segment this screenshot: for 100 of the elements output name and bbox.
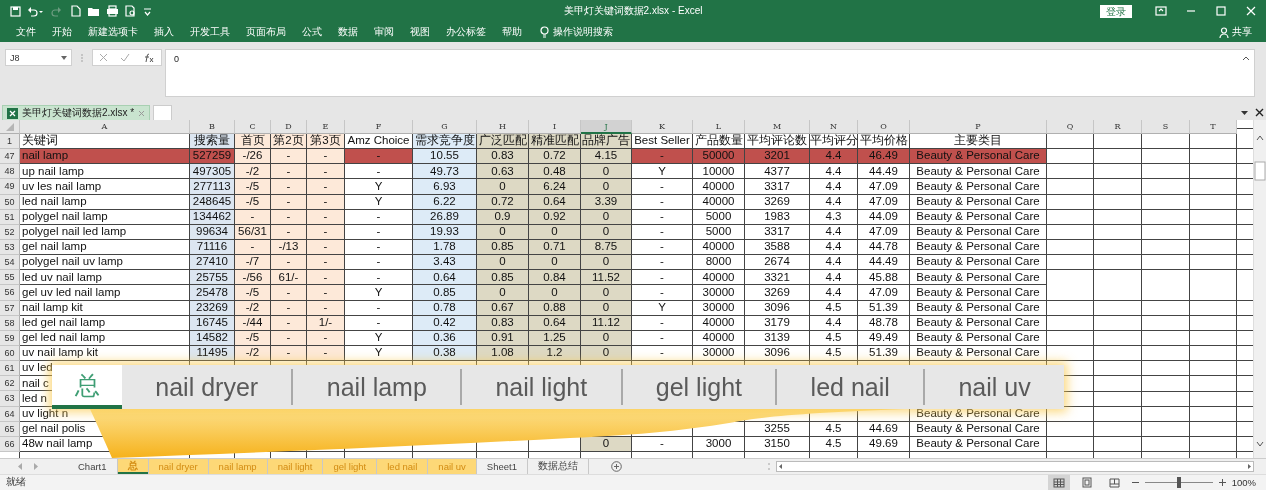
table-cell: 45.88 [858, 270, 910, 286]
save-icon[interactable] [10, 5, 21, 17]
table-cell: 527259 [190, 149, 235, 165]
maximize-icon[interactable] [1216, 6, 1226, 16]
table-cell: 25755 [190, 270, 235, 286]
column-letter[interactable]: T [1190, 120, 1237, 134]
ribbon-tab[interactable]: 帮助 [494, 25, 530, 39]
sheet-tab[interactable]: nail uv [925, 371, 1065, 403]
table-cell: -/56 [235, 270, 271, 286]
ribbon-tab[interactable]: 数据 [330, 25, 366, 39]
row-number[interactable]: 55 [0, 270, 20, 286]
table-cell: 0.85 [413, 285, 477, 301]
column-letter[interactable]: D [271, 120, 307, 134]
person-icon[interactable] [1219, 26, 1229, 38]
horizontal-scrollbar[interactable] [776, 461, 1254, 472]
table-cell: - [271, 149, 307, 165]
workbook-tab[interactable]: 美甲灯关键词数据2.xlsx * [2, 105, 151, 120]
column-letter[interactable]: L [693, 120, 745, 134]
ribbon-tab[interactable]: 页面布局 [238, 25, 294, 39]
column-letter[interactable]: I [529, 120, 581, 134]
function-icon[interactable] [142, 52, 155, 63]
ribbon-tab[interactable]: 开始 [44, 25, 80, 39]
sign-in-button[interactable]: 登录 [1100, 4, 1132, 18]
table-cell: 0 [581, 164, 632, 180]
zoom-level[interactable]: 100% [1231, 477, 1256, 488]
column-letter[interactable]: E [307, 120, 345, 134]
print-preview-icon[interactable] [125, 5, 137, 17]
name-box[interactable]: J8 [5, 49, 72, 66]
collapse-icon[interactable] [1242, 56, 1250, 61]
dropdown-icon[interactable] [1240, 108, 1249, 117]
ribbon-tab[interactable]: 文件 [8, 25, 44, 39]
page-break-icon[interactable] [1109, 477, 1121, 488]
table-cell: -/7 [235, 255, 271, 271]
ribbon-tab[interactable]: 插入 [146, 25, 182, 39]
column-letter[interactable]: F [345, 120, 413, 134]
lightbulb-icon[interactable] [540, 26, 549, 38]
formula-input[interactable]: 0 [165, 49, 1255, 97]
sheet-tab[interactable]: gel light [622, 371, 776, 403]
column-letter[interactable]: O [858, 120, 910, 134]
share-button[interactable]: 共享 [1232, 25, 1252, 39]
tell-me-search[interactable]: 操作说明搜索 [553, 25, 613, 39]
row-number[interactable]: 56 [0, 285, 20, 301]
column-letter[interactable]: P [910, 120, 1047, 134]
undo-icon[interactable] [27, 5, 43, 17]
row-number[interactable]: 48 [0, 164, 20, 180]
table-cell: 3321 [745, 270, 810, 286]
row-number[interactable]: 62 [0, 376, 20, 392]
new-file-icon[interactable] [71, 5, 81, 17]
column-letter[interactable]: M [745, 120, 810, 134]
table-cell: 4.4 [810, 270, 858, 286]
table-cell: 27410 [190, 255, 235, 271]
column-letter[interactable]: N [810, 120, 858, 134]
ribbon-display-icon[interactable] [1155, 6, 1167, 16]
row-number[interactable]: 61 [0, 361, 20, 377]
status-text: 就绪 [6, 476, 26, 489]
table-cell: 0 [581, 255, 632, 271]
column-letter[interactable]: J [581, 120, 632, 134]
ribbon-tab[interactable]: 审阅 [366, 25, 402, 39]
zoom-out-icon[interactable] [1131, 479, 1139, 486]
dropdown-icon[interactable] [143, 6, 152, 16]
scroll-right-icon[interactable] [1246, 463, 1253, 470]
column-letter[interactable]: K [632, 120, 693, 134]
sheet-tab[interactable]: nail light [462, 371, 621, 403]
table-cell: 0.48 [529, 164, 581, 180]
ribbon-tab[interactable]: 办公标签 [438, 25, 494, 39]
column-letter[interactable]: A [20, 120, 190, 134]
ribbon-tab[interactable]: 公式 [294, 25, 330, 39]
add-sheet-icon[interactable] [610, 461, 622, 472]
column-letter[interactable]: S [1142, 120, 1190, 134]
column-letter[interactable]: G [413, 120, 477, 134]
column-letter[interactable]: Q [1047, 120, 1094, 134]
column-letter[interactable]: H [477, 120, 529, 134]
ribbon-tab[interactable]: 开发工具 [182, 25, 238, 39]
table-cell: 46.49 [858, 149, 910, 165]
sheet-tab[interactable]: nail lamp [293, 371, 461, 403]
normal-view-icon[interactable] [1052, 477, 1065, 488]
table-cell: 0 [477, 285, 529, 301]
column-letter[interactable]: R [1094, 120, 1142, 134]
row-number[interactable]: 54 [0, 255, 20, 271]
printer-icon[interactable] [106, 5, 119, 17]
close-icon[interactable] [1255, 108, 1264, 117]
row-number[interactable]: 1 [0, 134, 20, 150]
vertical-scrollbar[interactable] [1253, 120, 1266, 458]
sheet-tab[interactable]: led nail [777, 371, 924, 403]
row-number[interactable]: 63 [0, 391, 20, 407]
column-letter[interactable]: C [235, 120, 271, 134]
table-cell: 277113 [190, 179, 235, 195]
zoom-in-icon[interactable] [1218, 479, 1226, 486]
scroll-left-icon[interactable] [777, 463, 784, 470]
table-cell: nail lamp [20, 149, 190, 165]
ribbon-tab[interactable]: 视图 [402, 25, 438, 39]
page-layout-icon[interactable] [1081, 477, 1092, 488]
row-number[interactable]: 49 [0, 179, 20, 195]
row-number[interactable]: 47 [0, 149, 20, 165]
table-cell: 6.93 [413, 179, 477, 195]
column-letter[interactable]: B [190, 120, 235, 134]
table-cell: 49.73 [413, 164, 477, 180]
table-cell: led uv nail lamp [20, 270, 190, 286]
folder-icon[interactable] [87, 5, 100, 17]
ribbon-tab[interactable]: 新建选项卡 [80, 25, 146, 39]
